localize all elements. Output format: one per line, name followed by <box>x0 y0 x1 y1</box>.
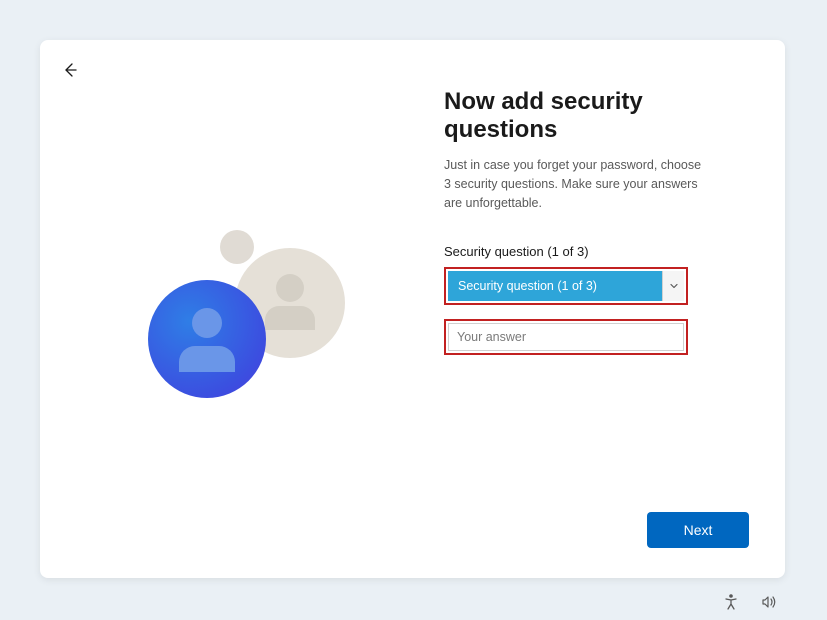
left-illustration-panel <box>40 40 413 578</box>
volume-icon <box>760 593 778 611</box>
chevron-down-icon <box>669 281 679 291</box>
person-body-icon <box>179 346 235 372</box>
answer-input[interactable] <box>448 323 684 351</box>
accessibility-icon <box>722 593 740 611</box>
person-body-icon <box>265 306 315 330</box>
footer-icons <box>721 592 779 612</box>
dropdown-highlight-frame: Security question (1 of 3) <box>444 267 688 305</box>
dropdown-selected-value: Security question (1 of 3) <box>448 279 662 293</box>
blue-avatar <box>148 280 266 398</box>
answer-highlight-frame <box>444 319 688 355</box>
dropdown-arrow-button[interactable] <box>662 271 684 301</box>
page-subtitle: Just in case you forget your password, c… <box>444 156 704 212</box>
accessibility-button[interactable] <box>721 592 741 612</box>
next-button[interactable]: Next <box>647 512 749 548</box>
page-title: Now add security questions <box>444 88 744 144</box>
user-graphic <box>140 230 380 470</box>
person-head-icon <box>276 274 304 302</box>
security-question-dropdown[interactable]: Security question (1 of 3) <box>448 271 684 301</box>
setup-card: Now add security questions Just in case … <box>40 40 785 578</box>
volume-button[interactable] <box>759 592 779 612</box>
security-question-label: Security question (1 of 3) <box>444 244 744 259</box>
person-head-icon <box>192 308 222 338</box>
small-gray-circle <box>220 230 254 264</box>
form-panel: Now add security questions Just in case … <box>444 88 744 355</box>
